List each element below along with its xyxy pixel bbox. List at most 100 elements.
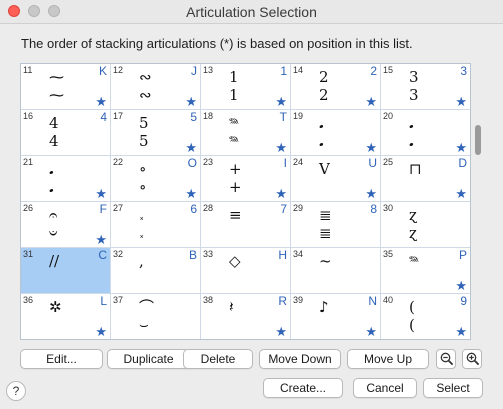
cell-shortcut-key: 7: [280, 202, 287, 216]
grid-scrollbar[interactable]: [473, 63, 483, 340]
move-up-button[interactable]: Move Up: [347, 349, 429, 369]
articulation-cell[interactable]: 23 I ★ + +: [201, 156, 291, 202]
articulation-cell[interactable]: 32 B,: [111, 248, 201, 294]
articulation-cell[interactable]: 18 T ★ 𝆮 𝆮: [201, 110, 291, 156]
cell-shortcut-key: 2: [370, 64, 377, 78]
articulation-glyph-above: ⊓: [409, 160, 422, 178]
delete-button[interactable]: Delete: [183, 349, 253, 369]
articulation-cell[interactable]: 11 K ★ ⁓ ⁓: [21, 64, 111, 110]
cell-shortcut-key: I: [283, 156, 287, 170]
move-down-button[interactable]: Move Down: [259, 349, 341, 369]
articulation-cell[interactable]: 36 L ★ ✲: [21, 294, 111, 339]
cell-number: 13: [203, 65, 214, 75]
articulation-cell[interactable]: 22 O ★ ∘ ∘: [111, 156, 201, 202]
stacking-star: ★: [275, 186, 287, 201]
zoom-in-button[interactable]: [462, 349, 482, 369]
stacking-star: ★: [95, 186, 107, 201]
articulation-cell[interactable]: 28 7 ≡: [201, 202, 291, 248]
articulation-glyph-above: ⁓: [49, 68, 64, 86]
stacking-star: ★: [95, 94, 107, 109]
articulation-glyph-below: +: [229, 178, 242, 196]
edit-button[interactable]: Edit...: [20, 349, 103, 369]
cell-number: 29: [293, 203, 304, 213]
articulation-cell[interactable]: 38 R ★ 𝄽: [201, 294, 291, 339]
articulation-glyph-above: //: [49, 252, 60, 270]
articulation-cell[interactable]: 27 6 𝅃 𝅃: [111, 202, 201, 248]
cell-number: 14: [293, 65, 304, 75]
cell-number: 17: [113, 111, 124, 121]
articulation-glyph-above: 𝅘: [409, 114, 414, 132]
articulation-cell[interactable]: 26 F ★ 𝄐 𝄑: [21, 202, 111, 248]
articulation-glyph-above: 𝄽: [229, 298, 234, 316]
cell-number: 34: [293, 249, 304, 259]
articulation-cell[interactable]: 20 ★ 𝅘 𝅘: [381, 110, 470, 156]
articulation-glyph-below: 𝅘: [49, 178, 54, 196]
articulation-glyph-above: 1: [229, 68, 239, 86]
cell-number: 37: [113, 295, 124, 305]
articulation-glyph-above: ⌒: [139, 298, 155, 316]
articulation-cell[interactable]: 29 8 ≣ ≣: [291, 202, 381, 248]
stacking-star: ★: [185, 140, 197, 155]
cell-number: 23: [203, 157, 214, 167]
articulation-glyph-above: 2: [319, 68, 329, 86]
articulation-glyph-above: ~: [319, 252, 332, 270]
articulation-glyph-below: 5: [139, 132, 149, 150]
duplicate-button[interactable]: Duplicate: [107, 349, 190, 369]
cell-shortcut-key: N: [368, 294, 377, 308]
stacking-star: ★: [455, 186, 467, 201]
articulation-cell[interactable]: 30 ɀ ɀ: [381, 202, 470, 248]
articulation-cell[interactable]: 31 C //: [21, 248, 111, 294]
zoom-out-button[interactable]: [436, 349, 456, 369]
articulation-glyph-above: ,: [139, 252, 144, 270]
articulation-glyph-below: ⌣: [139, 316, 149, 334]
articulation-glyph-below: ∾: [139, 86, 152, 104]
create-button[interactable]: Create...: [263, 378, 343, 398]
scrollbar-thumb[interactable]: [475, 125, 481, 155]
cell-shortcut-key: K: [98, 64, 107, 78]
articulation-cell[interactable]: 25 D ★ ⊓: [381, 156, 470, 202]
articulation-cell[interactable]: 24 U ★ V: [291, 156, 381, 202]
stacking-star: ★: [185, 94, 197, 109]
cell-number: 20: [383, 111, 394, 121]
articulation-glyph-above: ✲: [49, 298, 62, 316]
stacking-star: ★: [365, 94, 377, 109]
cell-number: 40: [383, 295, 394, 305]
articulation-glyph-below: (: [409, 316, 415, 334]
articulation-cell[interactable]: 21 ★ 𝅘 𝅘: [21, 156, 111, 202]
help-button[interactable]: ?: [6, 381, 26, 401]
articulation-cell[interactable]: 34 ~: [291, 248, 381, 294]
cancel-button[interactable]: Cancel: [353, 378, 417, 398]
cell-number: 19: [293, 111, 304, 121]
stacking-star: ★: [275, 140, 287, 155]
cell-number: 33: [203, 249, 214, 259]
articulation-glyph-below: 𝅘: [319, 132, 324, 150]
select-button[interactable]: Select: [423, 378, 483, 398]
articulation-cell[interactable]: 33 H ◇: [201, 248, 291, 294]
cell-shortcut-key: P: [458, 248, 467, 262]
cell-shortcut-key: J: [191, 64, 197, 78]
articulation-cell[interactable]: 12 J ★ ∾ ∾: [111, 64, 201, 110]
articulation-cell[interactable]: 35 P ★ 𝆮: [381, 248, 470, 294]
cell-shortcut-key: 4: [100, 110, 107, 124]
articulation-glyph-below: 2: [319, 86, 329, 104]
articulation-cell[interactable]: 15 3 ★ 3 3: [381, 64, 470, 110]
articulation-grid[interactable]: 11 K ★ ⁓ ⁓ 12 J ★ ∾ ∾ 13 1 ★ 1 1 14 2 ★ 2 2 15 3 ★ 3 3 16 4 4 4 17 5 ★ 5…: [20, 63, 471, 340]
window-title: Articulation Selection: [186, 4, 317, 20]
articulation-cell[interactable]: 40 9 ★ ((: [381, 294, 470, 339]
cell-number: 39: [293, 295, 304, 305]
articulation-cell[interactable]: 16 4 4 4: [21, 110, 111, 156]
articulation-glyph-above: 3: [409, 68, 419, 86]
articulation-cell[interactable]: 19 ★ 𝅘 𝅘: [291, 110, 381, 156]
cell-shortcut-key: 6: [190, 202, 197, 216]
cell-shortcut-key: B: [188, 248, 197, 262]
stacking-star: ★: [365, 324, 377, 339]
stacking-star: ★: [455, 94, 467, 109]
articulation-glyph-below: 𝄑: [49, 224, 58, 242]
articulation-cell[interactable]: 17 5 ★ 5 5: [111, 110, 201, 156]
articulation-cell[interactable]: 13 1 ★ 1 1: [201, 64, 291, 110]
articulation-cell[interactable]: 14 2 ★ 2 2: [291, 64, 381, 110]
articulation-cell[interactable]: 37 ⌒ ⌣: [111, 294, 201, 339]
articulation-cell[interactable]: 39 N ★ ♪: [291, 294, 381, 339]
articulation-glyph-above: 𝄐: [49, 206, 58, 224]
cell-shortcut-key: 5: [190, 110, 197, 124]
